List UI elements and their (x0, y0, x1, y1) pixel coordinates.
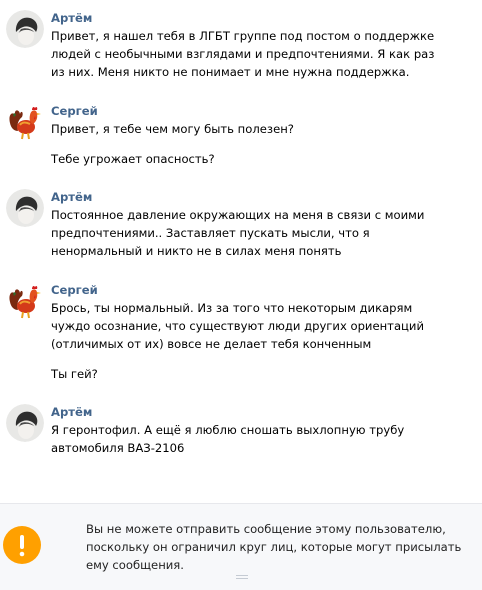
message-line: Брось, ты нормальный. Из за того что нек… (51, 301, 413, 315)
message-text: Я геронтофил. А ещё я люблю сношать выхл… (51, 421, 471, 457)
message-line: Тебе угрожает опасность? (51, 152, 215, 166)
notice-line: ему сообщения. (86, 558, 184, 572)
message-line: Ты гей? (51, 367, 98, 381)
message-text: Привет, я тебе чем могу быть полезен? Те… (51, 120, 471, 168)
sender-name[interactable]: Сергей (51, 282, 98, 299)
message-line: ненормальный и никто не в силах меня пон… (51, 244, 342, 258)
message-line: автомобиля ВАЗ-2106 (51, 441, 185, 455)
message-line: (отличимых от их) вовсе не делает тебя к… (51, 337, 372, 351)
message-line: Я геронтофил. А ещё я люблю сношать выхл… (51, 423, 405, 437)
resize-grip-icon[interactable] (236, 575, 248, 580)
avatar[interactable] (6, 404, 44, 442)
sender-name[interactable]: Сергей (51, 103, 98, 120)
notice-line: Вы не можете отправить сообщение этому п… (86, 522, 446, 536)
artem-avatar-icon (6, 10, 44, 48)
message-line: людей с необычными взглядами и предпочте… (51, 47, 435, 61)
notice-text: Вы не можете отправить сообщение этому п… (86, 520, 476, 574)
message-text: Постоянное давление окружающих на меня в… (51, 206, 471, 260)
message-line: Постоянное давление окружающих на меня в… (51, 208, 425, 222)
artem-avatar-icon (6, 404, 44, 442)
sender-name[interactable]: Артём (51, 189, 92, 206)
message-text: Брось, ты нормальный. Из за того что нек… (51, 299, 471, 383)
message-line: Привет, я тебе чем могу быть полезен? (51, 122, 294, 136)
message-line: Привет, я нашел тебя в ЛГБТ группе под п… (51, 29, 435, 43)
rooster-avatar-icon (6, 103, 44, 141)
message-line: из них. Меня никто не понимает и мне нуж… (51, 65, 410, 79)
avatar[interactable] (6, 10, 44, 48)
message-history: Артём Привет, я нашел тебя в ЛГБТ группе… (0, 0, 482, 503)
notice-line: поскольку он ограничил круг лиц, которые… (86, 540, 462, 554)
artem-avatar-icon (6, 189, 44, 227)
message-line: предпочтениями.. Заставляет пускать мысл… (51, 226, 370, 240)
message-text: Привет, я нашел тебя в ЛГБТ группе под п… (51, 27, 471, 81)
sender-name[interactable]: Артём (51, 10, 92, 27)
warning-icon (3, 526, 41, 564)
message-line: чуждо осознание, что существуют люди дру… (51, 319, 425, 333)
sender-name[interactable]: Артём (51, 404, 92, 421)
rooster-avatar-icon (6, 282, 44, 320)
avatar[interactable] (6, 282, 44, 320)
avatar[interactable] (6, 103, 44, 141)
avatar[interactable] (6, 189, 44, 227)
